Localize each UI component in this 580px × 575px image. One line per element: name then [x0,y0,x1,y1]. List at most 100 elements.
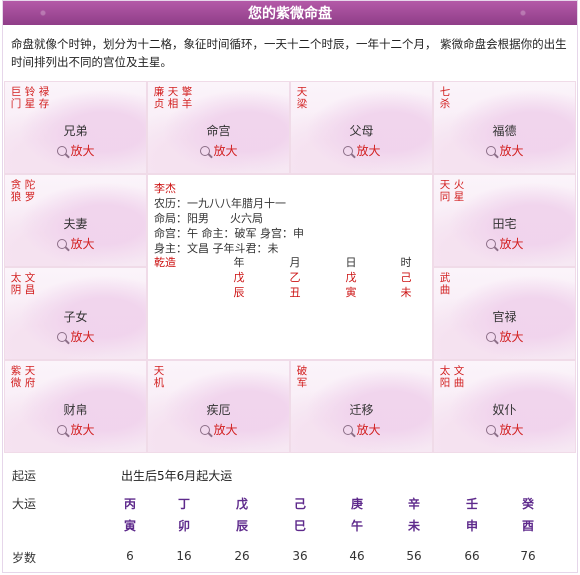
pillar-head: 月 [289,256,301,269]
magnifier-icon [485,331,496,342]
pillar-branch: 未 [400,286,412,299]
zoom-label: 放大 [499,423,524,437]
star-name: 文昌 [24,272,36,296]
dayun-branch: 辰 [235,519,248,533]
dayun-stem: 丁 [177,497,190,511]
palace-grid: 李杰 农历：一九八八年腊月十一 命局：阳男 火六局 命宫：午 命主：破军 身宫：… [4,81,576,456]
palace-cell: 破军迁移放大 [290,360,433,453]
dayun-age: 16 [176,549,192,563]
zoom-label: 放大 [70,237,95,251]
lunar-date: 农历：一九八八年腊月十一 [154,197,286,210]
shen-zhu: 身主：文昌 子年斗君：未 [154,242,279,255]
zoom-label: 放大 [356,144,381,158]
dayun-stem: 丙 [123,497,136,511]
star-name: 破军 [296,365,308,389]
palace-name: 夫妻 [63,217,88,231]
zoom-label: 放大 [70,144,95,158]
dayun-stem: 壬 [465,497,478,511]
palace-name: 兄弟 [63,124,88,138]
palace-cell: 紫微 天府财帛放大 [4,360,147,453]
zoom-button[interactable]: 放大 [485,235,524,252]
dayun-age: 46 [349,549,365,563]
zoom-button[interactable]: 放大 [485,421,524,438]
pillar-year: 年 戊 辰 [232,255,246,300]
pillar-branch: 丑 [289,286,301,299]
palace-cell: 廉贞 天相 擎羊 命宫 放大 [147,81,290,174]
palace-stars: 七杀 [439,86,451,110]
palace-name: 疾厄 [206,403,231,417]
pillar-branch: 辰 [233,286,245,299]
star-name: 文曲 [453,365,465,389]
pillar-month: 月 乙 丑 [288,255,302,300]
palace-name: 福德 [492,124,517,138]
palace-name: 财帛 [63,403,88,417]
dayun-age: 26 [234,549,250,563]
palace-name: 奴仆 [492,403,517,417]
zoom-label: 放大 [499,144,524,158]
star-name: 陀罗 [24,179,36,203]
star-name: 禄存 [38,86,50,110]
star-name: 天府 [24,365,36,389]
palace-stars: 紫微 天府 [10,365,36,389]
dayun-branch: 午 [350,519,363,533]
dayun-branch: 酉 [521,519,534,533]
star-name: 天机 [153,365,165,389]
pillar-head: 时 [400,256,412,269]
pillar-stem: 己 [400,271,412,284]
magnifier-icon [56,331,67,342]
dayun-age: 36 [292,549,308,563]
palace-stars: 天梁 [296,86,308,110]
palace-cell: 天梁 父母 放大 [290,81,433,174]
ming-ju: 命局：阳男 火六局 [154,212,263,225]
pillar-head: 年 [233,256,245,269]
magnifier-icon [56,424,67,435]
dayun-stem: 己 [293,497,306,511]
zoom-label: 放大 [70,423,95,437]
star-name: 天同 [439,179,451,203]
dayun-stem: 癸 [521,497,534,511]
zoom-label: 放大 [499,237,524,251]
star-name: 天相 [167,86,179,110]
star-name: 太阳 [439,365,451,389]
star-name: 巨门 [10,86,22,110]
zoom-button[interactable]: 放大 [199,421,238,438]
zoom-button[interactable]: 放大 [56,328,95,345]
magnifier-icon [485,145,496,156]
dayun-branch: 申 [465,519,478,533]
zoom-label: 放大 [70,330,95,344]
magnifier-icon [56,145,67,156]
dayun-stem: 戊 [235,497,248,511]
zoom-label: 放大 [356,423,381,437]
zoom-button[interactable]: 放大 [56,421,95,438]
palace-stars: 天机 [153,365,165,389]
pillar-branch: 寅 [345,286,357,299]
magnifier-icon [199,145,210,156]
dayun-branch: 卯 [177,519,190,533]
zoom-button[interactable]: 放大 [342,421,381,438]
zoom-button[interactable]: 放大 [485,142,524,159]
palace-stars: 天同 火星 [439,179,465,203]
zoom-button[interactable]: 放大 [485,328,524,345]
palace-stars: 太阴 文昌 [10,272,36,296]
pillar-hour: 时 己 未 [399,255,413,300]
zoom-button[interactable]: 放大 [342,142,381,159]
palace-name: 官禄 [492,310,517,324]
pillar-stem: 乙 [289,271,301,284]
palace-cell: 武曲 官禄 放大 [433,267,576,360]
star-name: 天梁 [296,86,308,110]
star-name: 贪狼 [10,179,22,203]
palace-cell: 贪狼 陀罗夫妻放大 [4,174,147,267]
palace-stars: 太阳 文曲 [439,365,465,389]
star-name: 廉贞 [153,86,165,110]
palace-cell: 天同 火星 田宅 放大 [433,174,576,267]
zoom-label: 放大 [213,423,238,437]
palace-name: 迁移 [349,403,374,417]
palace-stars: 贪狼 陀罗 [10,179,36,203]
palace-stars: 巨门 铃星 禄存 [10,86,50,110]
zoom-button[interactable]: 放大 [199,142,238,159]
dayun-age: 66 [464,549,480,563]
zoom-button[interactable]: 放大 [56,235,95,252]
center-info: 李杰 农历：一九八八年腊月十一 命局：阳男 火六局 命宫：午 命主：破军 身宫：… [147,174,433,360]
dayun-age: 6 [126,549,134,563]
zoom-button[interactable]: 放大 [56,142,95,159]
